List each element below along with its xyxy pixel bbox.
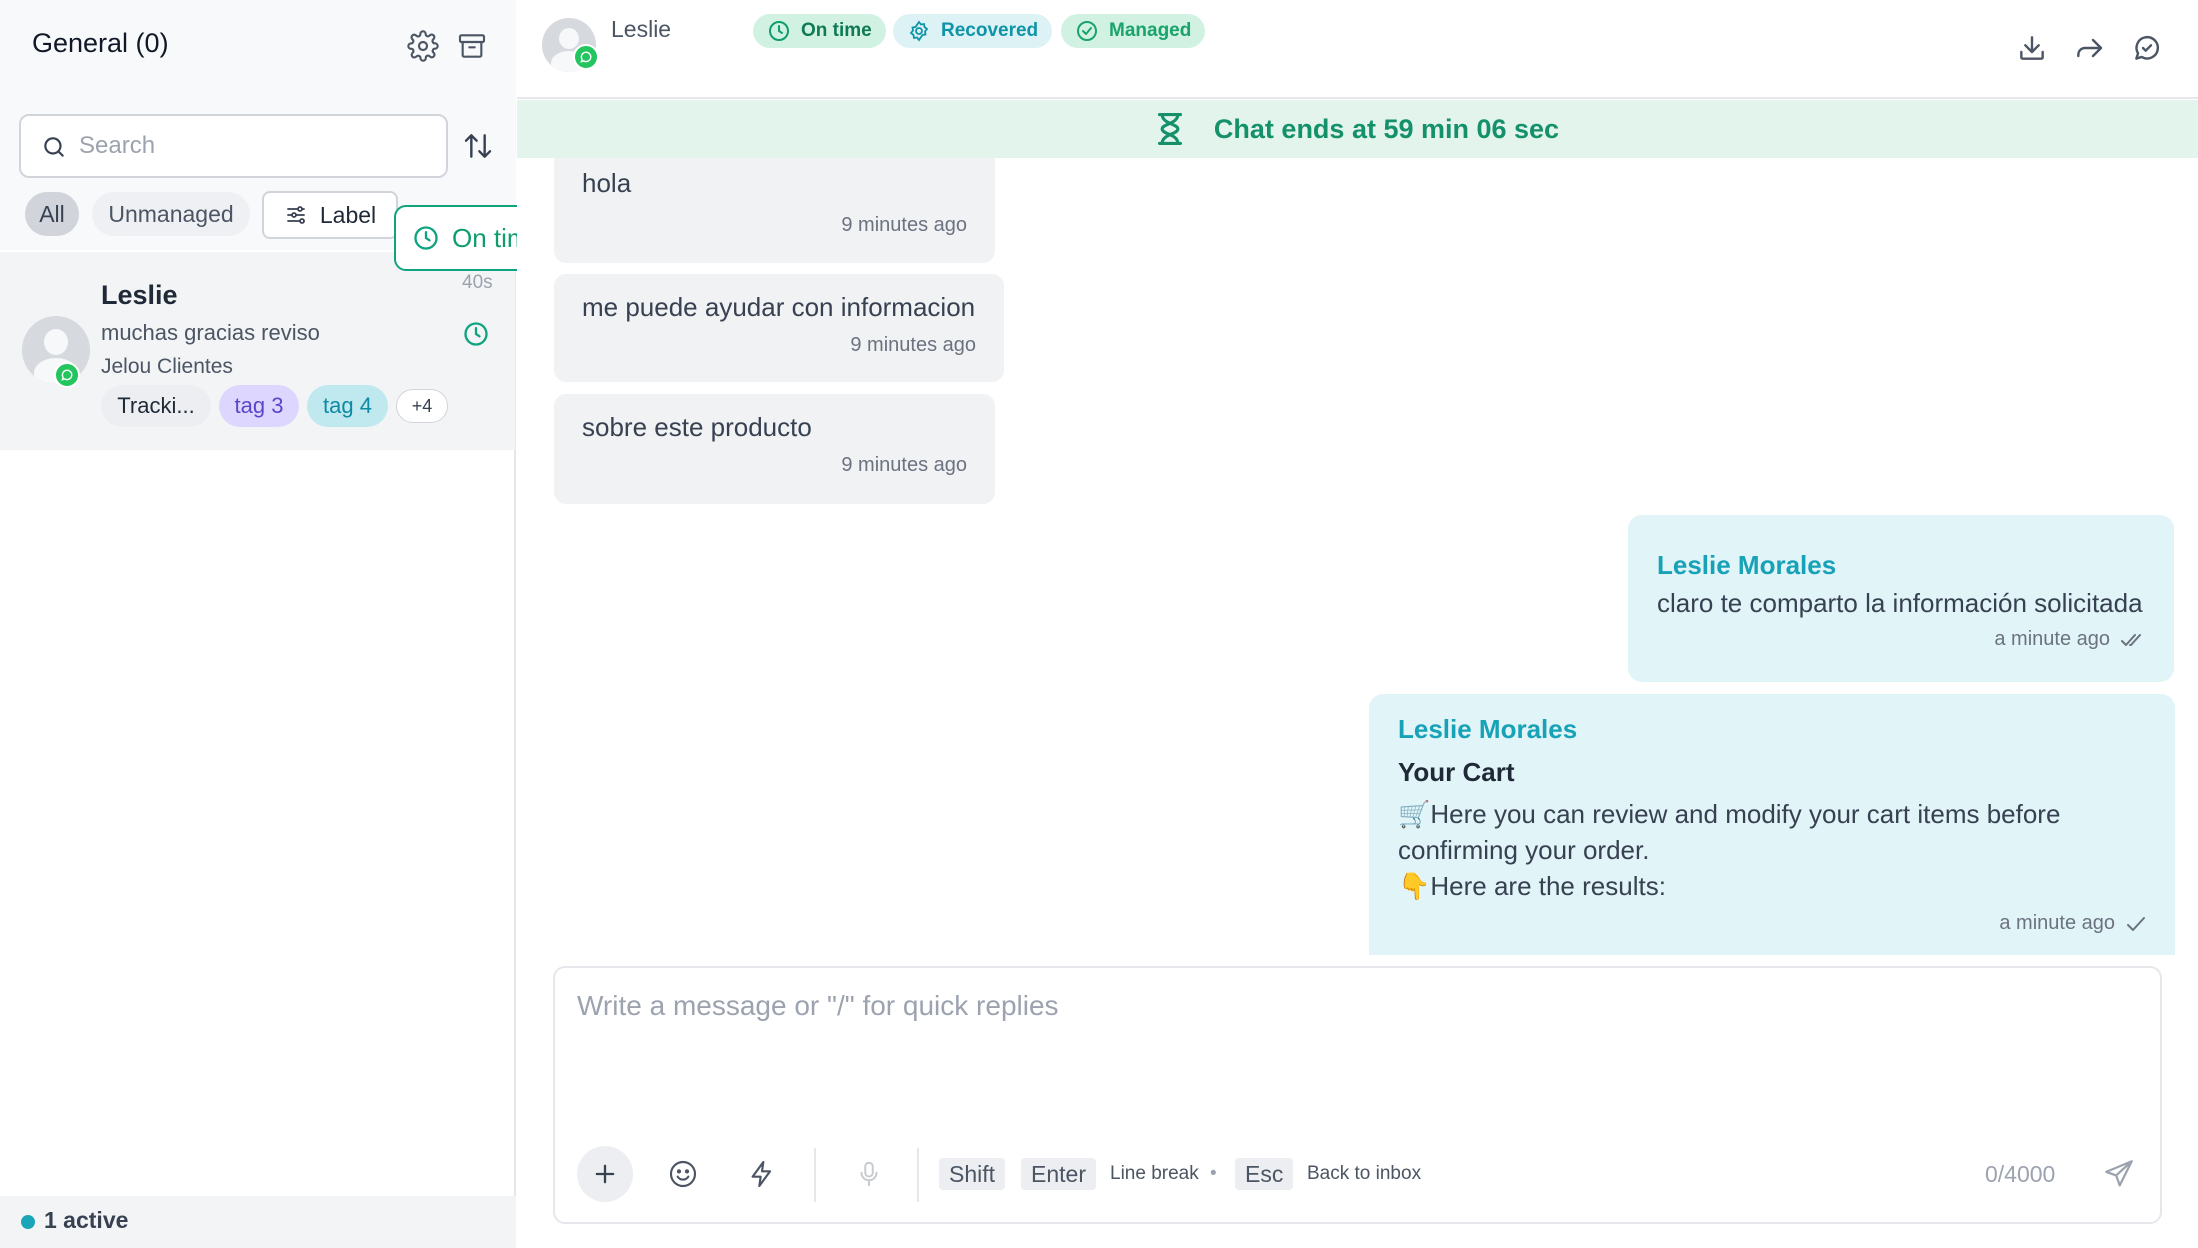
conversation-source: Jelou Clientes bbox=[101, 355, 233, 378]
incoming-message: me puede ayudar con informacion 9 minute… bbox=[554, 274, 1004, 382]
conversation-name: Leslie bbox=[101, 280, 178, 310]
forward-icon[interactable] bbox=[2069, 28, 2109, 68]
contact-name: Leslie bbox=[611, 16, 672, 42]
search-icon bbox=[44, 137, 64, 157]
sidebar-footer: 1 active bbox=[0, 1196, 516, 1248]
chat-timer-banner: Chat ends at 59 min 06 sec bbox=[517, 100, 2198, 158]
message-time: 9 minutes ago bbox=[841, 454, 967, 476]
clock-icon bbox=[462, 320, 490, 353]
check-icon bbox=[2127, 916, 2145, 931]
message-text-line: 👇Here are the results: bbox=[1398, 871, 1666, 901]
emoji-button[interactable] bbox=[655, 1146, 711, 1202]
hint-separator: • bbox=[1210, 1163, 1217, 1184]
more-tags-chip[interactable]: +4 bbox=[396, 389, 448, 423]
filter-all-chip[interactable]: All bbox=[25, 192, 79, 236]
chat-header: Leslie On time Recovered Managed bbox=[517, 0, 2198, 99]
clock-icon bbox=[414, 226, 438, 250]
message-title: Your Cart bbox=[1398, 757, 1515, 787]
tag-chip: tag 3 bbox=[219, 385, 299, 427]
send-button[interactable] bbox=[2095, 1150, 2143, 1198]
composer-divider bbox=[814, 1148, 816, 1202]
sidebar: General (0) All Unmanaged Label Leslie 4… bbox=[0, 0, 516, 1248]
message-time: a minute ago bbox=[1994, 628, 2110, 650]
sliders-icon bbox=[286, 206, 305, 224]
line-break-hint: Line break bbox=[1110, 1163, 1199, 1184]
send-icon bbox=[2105, 1160, 2133, 1187]
back-to-inbox-hint: Back to inbox bbox=[1307, 1163, 1422, 1184]
tag-chip: tag 4 bbox=[307, 385, 388, 427]
sender-name: Leslie Morales bbox=[1657, 550, 1837, 580]
managed-status-chip: Managed bbox=[1061, 14, 1206, 48]
message-composer: Shift Enter Line break • Esc Back to inb… bbox=[553, 966, 2162, 1224]
sidebar-header: General (0) bbox=[0, 0, 516, 98]
conversation-item[interactable]: Leslie 40s muchas gracias reviso Jelou C… bbox=[0, 252, 515, 450]
plus-icon bbox=[595, 1164, 615, 1184]
recovered-status-chip: Recovered bbox=[893, 14, 1053, 48]
download-icon[interactable] bbox=[2012, 28, 2052, 68]
clock-icon bbox=[769, 21, 789, 41]
message-time: 9 minutes ago bbox=[841, 214, 967, 236]
sender-name: Leslie Morales bbox=[1398, 714, 1578, 744]
message-time: 9 minutes ago bbox=[850, 334, 976, 356]
label-filter-text: Label bbox=[319, 201, 377, 228]
shift-key-hint: Shift bbox=[939, 1158, 1006, 1190]
esc-key-hint: Esc bbox=[1235, 1158, 1294, 1190]
active-status-dot bbox=[21, 1215, 35, 1229]
on-time-label: On time bbox=[801, 20, 872, 41]
double-check-icon bbox=[2121, 633, 2141, 646]
character-counter: 0/4000 bbox=[1985, 1161, 2056, 1187]
message-text: hola bbox=[582, 168, 632, 198]
hourglass-icon bbox=[1157, 113, 1182, 145]
message-meta: a minute ago bbox=[1999, 912, 2147, 935]
recovered-icon bbox=[909, 20, 929, 42]
sort-icon[interactable] bbox=[458, 126, 498, 166]
archive-icon[interactable] bbox=[452, 26, 492, 66]
message-text: sobre este producto bbox=[582, 412, 812, 442]
message-text: me puede ayudar con informacion bbox=[582, 292, 976, 322]
settings-gear-icon[interactable] bbox=[403, 26, 443, 66]
conversation-time: 40s bbox=[462, 272, 493, 293]
inbox-title: General (0) bbox=[32, 28, 169, 58]
whatsapp-icon bbox=[54, 362, 80, 388]
filter-unmanaged-chip[interactable]: Unmanaged bbox=[92, 192, 250, 236]
quick-reply-button[interactable] bbox=[734, 1146, 790, 1202]
chat-timer-text: Chat ends at 59 min 06 sec bbox=[1213, 113, 1560, 144]
search-box bbox=[19, 114, 448, 178]
whatsapp-icon bbox=[573, 44, 599, 70]
message-time: a minute ago bbox=[1999, 912, 2115, 934]
emoji-icon bbox=[669, 1160, 697, 1188]
microphone-button[interactable] bbox=[841, 1146, 897, 1202]
message-list[interactable]: hola 9 minutes ago me puede ayudar con i… bbox=[517, 158, 2198, 955]
search-input[interactable] bbox=[79, 126, 429, 166]
enter-key-hint: Enter bbox=[1021, 1158, 1096, 1190]
on-time-status-chip: On time bbox=[753, 14, 886, 48]
managed-label: Managed bbox=[1109, 20, 1192, 41]
attach-plus-button[interactable] bbox=[577, 1146, 633, 1202]
composer-divider bbox=[917, 1148, 919, 1202]
label-filter-button[interactable]: Label bbox=[262, 191, 398, 239]
outgoing-message: Leslie Morales Your Cart 🛒Here you can r… bbox=[1369, 694, 2175, 955]
check-circle-icon bbox=[1077, 21, 1097, 41]
microphone-icon bbox=[860, 1161, 878, 1187]
message-meta: a minute ago bbox=[1994, 628, 2146, 651]
message-input[interactable] bbox=[577, 990, 2137, 1080]
message-text-line: confirming your order. bbox=[1398, 835, 1650, 865]
lightning-icon bbox=[751, 1160, 772, 1188]
outgoing-message: Leslie Morales claro te comparto la info… bbox=[1628, 515, 2174, 682]
active-count: 1 active bbox=[44, 1207, 129, 1233]
message-text: claro te comparto la información solicit… bbox=[1657, 588, 2143, 618]
message-text-line: 🛒Here you can review and modify your car… bbox=[1398, 799, 2061, 829]
incoming-message: sobre este producto 9 minutes ago bbox=[554, 394, 995, 504]
recovered-label: Recovered bbox=[941, 20, 1039, 41]
conversation-preview: muchas gracias reviso bbox=[101, 320, 320, 345]
tag-chip: Tracki... bbox=[101, 385, 211, 427]
incoming-message: hola 9 minutes ago bbox=[554, 158, 995, 263]
resolve-chat-icon[interactable] bbox=[2127, 28, 2167, 68]
